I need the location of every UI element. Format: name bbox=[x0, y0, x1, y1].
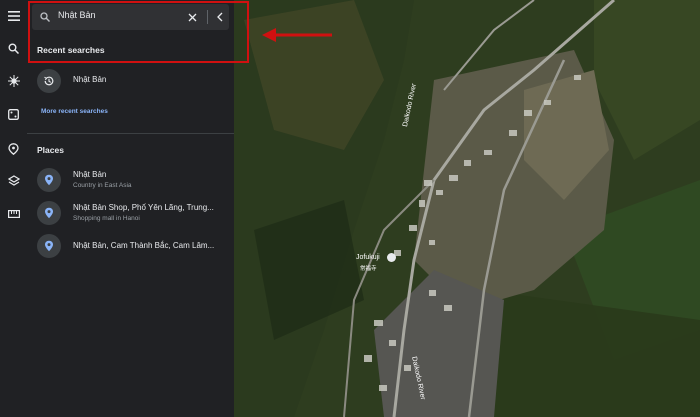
search-nav-button[interactable] bbox=[0, 35, 27, 61]
history-icon bbox=[37, 69, 61, 93]
recent-search-label: Nhật Bản bbox=[73, 75, 107, 84]
annotation-arrow-icon bbox=[262, 28, 332, 42]
highlight-box bbox=[28, 1, 249, 63]
voyager-button[interactable] bbox=[0, 68, 27, 94]
place-subtitle: Shopping mall in Hanoi bbox=[73, 215, 140, 222]
place-marker-icon[interactable] bbox=[387, 253, 396, 262]
place-title: Nhật Bản, Cam Thành Bắc, Cam Lâm... bbox=[73, 241, 215, 250]
places-heading: Places bbox=[37, 145, 64, 155]
place-pin-icon bbox=[37, 234, 61, 258]
projects-button[interactable] bbox=[0, 136, 27, 162]
satellite-imagery bbox=[234, 0, 700, 417]
icon-rail bbox=[0, 0, 28, 417]
dice-icon bbox=[8, 108, 19, 120]
place-result-item[interactable]: Nhật Bản, Cam Thành Bắc, Cam Lâm... bbox=[27, 231, 234, 261]
satellite-map[interactable]: Daikodo River Daikodo River Jofukuji 常福寺 bbox=[234, 0, 700, 417]
section-divider bbox=[27, 133, 234, 134]
recent-search-item[interactable]: Nhật Bản bbox=[27, 66, 234, 96]
place-title: Nhật Bản bbox=[73, 170, 107, 179]
layers-icon bbox=[7, 175, 20, 186]
menu-icon bbox=[7, 11, 20, 21]
ruler-icon bbox=[7, 210, 20, 218]
place-result-item[interactable]: Nhật Bản Shop, Phố Yên Lãng, Trung... Sh… bbox=[27, 198, 234, 228]
pin-icon bbox=[8, 143, 19, 155]
menu-button[interactable] bbox=[0, 3, 27, 29]
random-button[interactable] bbox=[0, 101, 27, 127]
search-icon bbox=[8, 43, 19, 54]
place-subtitle: Country in East Asia bbox=[73, 182, 132, 189]
place-result-item[interactable]: Nhật Bản Country in East Asia bbox=[27, 165, 234, 195]
more-recent-searches-link[interactable]: More recent searches bbox=[41, 108, 108, 115]
temple-label[interactable]: Jofukuji bbox=[356, 254, 380, 261]
place-pin-icon bbox=[37, 201, 61, 225]
temple-label-native: 常福寺 bbox=[360, 266, 377, 272]
map-style-button[interactable] bbox=[0, 168, 27, 194]
place-title: Nhật Bản Shop, Phố Yên Lãng, Trung... bbox=[73, 203, 214, 212]
measure-button[interactable] bbox=[0, 201, 27, 227]
voyager-icon bbox=[7, 75, 20, 87]
place-pin-icon bbox=[37, 168, 61, 192]
